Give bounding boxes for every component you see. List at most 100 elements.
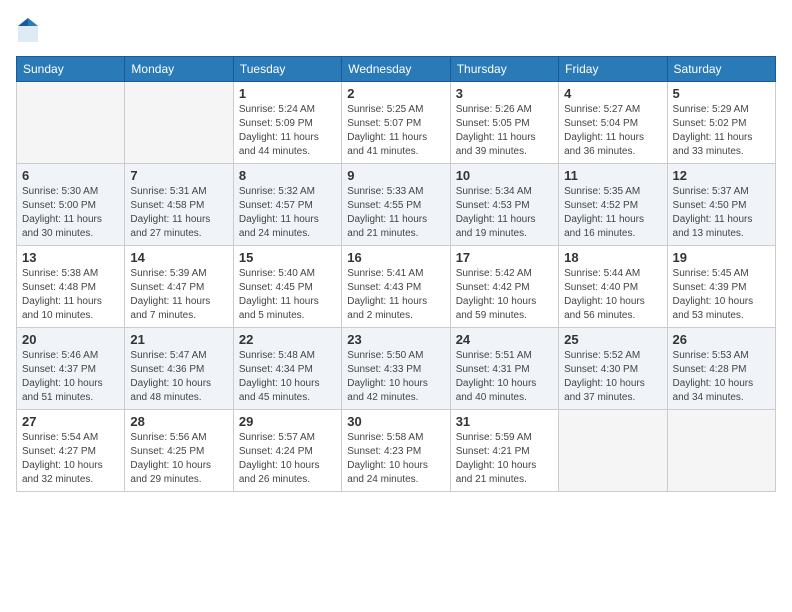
calendar-cell: 11 Sunrise: 5:35 AM Sunset: 4:52 PM Dayli… [559,164,667,246]
calendar-cell: 8 Sunrise: 5:32 AM Sunset: 4:57 PM Daylig… [233,164,341,246]
day-info: Sunrise: 5:33 AM Sunset: 4:55 PM Dayligh… [347,185,444,241]
day-info: Sunrise: 5:42 AM Sunset: 4:42 PM Dayligh… [456,267,553,323]
day-info: Sunrise: 5:57 AM Sunset: 4:24 PM Dayligh… [239,431,336,487]
calendar-cell: 28 Sunrise: 5:56 AM Sunset: 4:25 PM Dayli… [125,410,233,492]
day-info: Sunrise: 5:27 AM Sunset: 5:04 PM Dayligh… [564,103,661,159]
day-info: Sunrise: 5:52 AM Sunset: 4:30 PM Dayligh… [564,349,661,405]
day-number: 21 [130,332,227,347]
calendar-cell: 29 Sunrise: 5:57 AM Sunset: 4:24 PM Dayli… [233,410,341,492]
day-of-week-header: Wednesday [342,57,450,82]
calendar-cell: 17 Sunrise: 5:42 AM Sunset: 4:42 PM Dayli… [450,246,558,328]
day-of-week-header: Saturday [667,57,775,82]
day-number: 13 [22,250,119,265]
day-number: 8 [239,168,336,183]
day-info: Sunrise: 5:50 AM Sunset: 4:33 PM Dayligh… [347,349,444,405]
day-number: 29 [239,414,336,429]
calendar-cell: 5Sunrise: 5:29 AM Sunset: 5:02 PM Daylig… [667,82,775,164]
day-number: 11 [564,168,661,183]
day-number: 2 [347,86,444,101]
day-info: Sunrise: 5:25 AM Sunset: 5:07 PM Dayligh… [347,103,444,159]
day-number: 17 [456,250,553,265]
logo-icon [16,16,40,44]
calendar-cell: 30 Sunrise: 5:58 AM Sunset: 4:23 PM Dayli… [342,410,450,492]
calendar-cell: 13 Sunrise: 5:38 AM Sunset: 4:48 PM Dayli… [17,246,125,328]
day-number: 31 [456,414,553,429]
day-number: 1 [239,86,336,101]
day-info: Sunrise: 5:54 AM Sunset: 4:27 PM Dayligh… [22,431,119,487]
calendar-cell: 2 Sunrise: 5:25 AM Sunset: 5:07 PM Daylig… [342,82,450,164]
calendar-cell: 19Sunrise: 5:45 AM Sunset: 4:39 PM Dayli… [667,246,775,328]
day-number: 18 [564,250,661,265]
day-of-week-header: Monday [125,57,233,82]
day-info: Sunrise: 5:51 AM Sunset: 4:31 PM Dayligh… [456,349,553,405]
day-info: Sunrise: 5:44 AM Sunset: 4:40 PM Dayligh… [564,267,661,323]
calendar-cell: 14 Sunrise: 5:39 AM Sunset: 4:47 PM Dayli… [125,246,233,328]
day-info: Sunrise: 5:30 AM Sunset: 5:00 PM Dayligh… [22,185,119,241]
day-info: Sunrise: 5:47 AM Sunset: 4:36 PM Dayligh… [130,349,227,405]
day-info: Sunrise: 5:29 AM Sunset: 5:02 PM Dayligh… [673,103,770,159]
day-info: Sunrise: 5:39 AM Sunset: 4:47 PM Dayligh… [130,267,227,323]
calendar-header-row: SundayMondayTuesdayWednesdayThursdayFrid… [17,57,776,82]
day-number: 14 [130,250,227,265]
day-of-week-header: Sunday [17,57,125,82]
day-number: 7 [130,168,227,183]
day-of-week-header: Tuesday [233,57,341,82]
calendar-week-row: 1Sunrise: 5:24 AM Sunset: 5:09 PM Daylig… [17,82,776,164]
day-info: Sunrise: 5:26 AM Sunset: 5:05 PM Dayligh… [456,103,553,159]
day-info: Sunrise: 5:41 AM Sunset: 4:43 PM Dayligh… [347,267,444,323]
day-info: Sunrise: 5:46 AM Sunset: 4:37 PM Dayligh… [22,349,119,405]
calendar-week-row: 13 Sunrise: 5:38 AM Sunset: 4:48 PM Dayli… [17,246,776,328]
day-number: 3 [456,86,553,101]
day-info: Sunrise: 5:53 AM Sunset: 4:28 PM Dayligh… [673,349,770,405]
calendar-cell: 27 Sunrise: 5:54 AM Sunset: 4:27 PM Dayli… [17,410,125,492]
day-info: Sunrise: 5:32 AM Sunset: 4:57 PM Dayligh… [239,185,336,241]
day-number: 22 [239,332,336,347]
day-number: 30 [347,414,444,429]
calendar-week-row: 27 Sunrise: 5:54 AM Sunset: 4:27 PM Dayli… [17,410,776,492]
day-number: 27 [22,414,119,429]
calendar-cell: 25Sunrise: 5:52 AM Sunset: 4:30 PM Dayli… [559,328,667,410]
calendar-table: SundayMondayTuesdayWednesdayThursdayFrid… [16,56,776,492]
day-info: Sunrise: 5:58 AM Sunset: 4:23 PM Dayligh… [347,431,444,487]
calendar-cell: 10Sunrise: 5:34 AM Sunset: 4:53 PM Dayli… [450,164,558,246]
calendar-cell: 31 Sunrise: 5:59 AM Sunset: 4:21 PM Dayli… [450,410,558,492]
day-info: Sunrise: 5:37 AM Sunset: 4:50 PM Dayligh… [673,185,770,241]
calendar-cell: 23 Sunrise: 5:50 AM Sunset: 4:33 PM Dayli… [342,328,450,410]
calendar-cell: 16Sunrise: 5:41 AM Sunset: 4:43 PM Dayli… [342,246,450,328]
day-number: 10 [456,168,553,183]
day-of-week-header: Friday [559,57,667,82]
day-number: 28 [130,414,227,429]
day-number: 15 [239,250,336,265]
calendar-cell: 21 Sunrise: 5:47 AM Sunset: 4:36 PM Dayli… [125,328,233,410]
calendar-cell [17,82,125,164]
day-info: Sunrise: 5:35 AM Sunset: 4:52 PM Dayligh… [564,185,661,241]
calendar-cell: 26 Sunrise: 5:53 AM Sunset: 4:28 PM Dayli… [667,328,775,410]
logo [16,16,44,44]
day-number: 4 [564,86,661,101]
calendar-cell: 3 Sunrise: 5:26 AM Sunset: 5:05 PM Daylig… [450,82,558,164]
calendar-cell: 20 Sunrise: 5:46 AM Sunset: 4:37 PM Dayli… [17,328,125,410]
day-number: 26 [673,332,770,347]
calendar-cell: 15Sunrise: 5:40 AM Sunset: 4:45 PM Dayli… [233,246,341,328]
calendar-cell: 6 Sunrise: 5:30 AM Sunset: 5:00 PM Daylig… [17,164,125,246]
day-number: 12 [673,168,770,183]
calendar-week-row: 20 Sunrise: 5:46 AM Sunset: 4:37 PM Dayli… [17,328,776,410]
day-info: Sunrise: 5:38 AM Sunset: 4:48 PM Dayligh… [22,267,119,323]
calendar-cell [559,410,667,492]
page-header [16,16,776,44]
day-info: Sunrise: 5:48 AM Sunset: 4:34 PM Dayligh… [239,349,336,405]
day-info: Sunrise: 5:31 AM Sunset: 4:58 PM Dayligh… [130,185,227,241]
day-number: 6 [22,168,119,183]
calendar-cell: 12 Sunrise: 5:37 AM Sunset: 4:50 PM Dayli… [667,164,775,246]
day-info: Sunrise: 5:45 AM Sunset: 4:39 PM Dayligh… [673,267,770,323]
day-info: Sunrise: 5:59 AM Sunset: 4:21 PM Dayligh… [456,431,553,487]
calendar-cell: 18 Sunrise: 5:44 AM Sunset: 4:40 PM Dayli… [559,246,667,328]
day-number: 24 [456,332,553,347]
calendar-week-row: 6 Sunrise: 5:30 AM Sunset: 5:00 PM Daylig… [17,164,776,246]
day-of-week-header: Thursday [450,57,558,82]
day-number: 20 [22,332,119,347]
day-number: 23 [347,332,444,347]
day-number: 9 [347,168,444,183]
day-info: Sunrise: 5:56 AM Sunset: 4:25 PM Dayligh… [130,431,227,487]
calendar-cell: 1Sunrise: 5:24 AM Sunset: 5:09 PM Daylig… [233,82,341,164]
